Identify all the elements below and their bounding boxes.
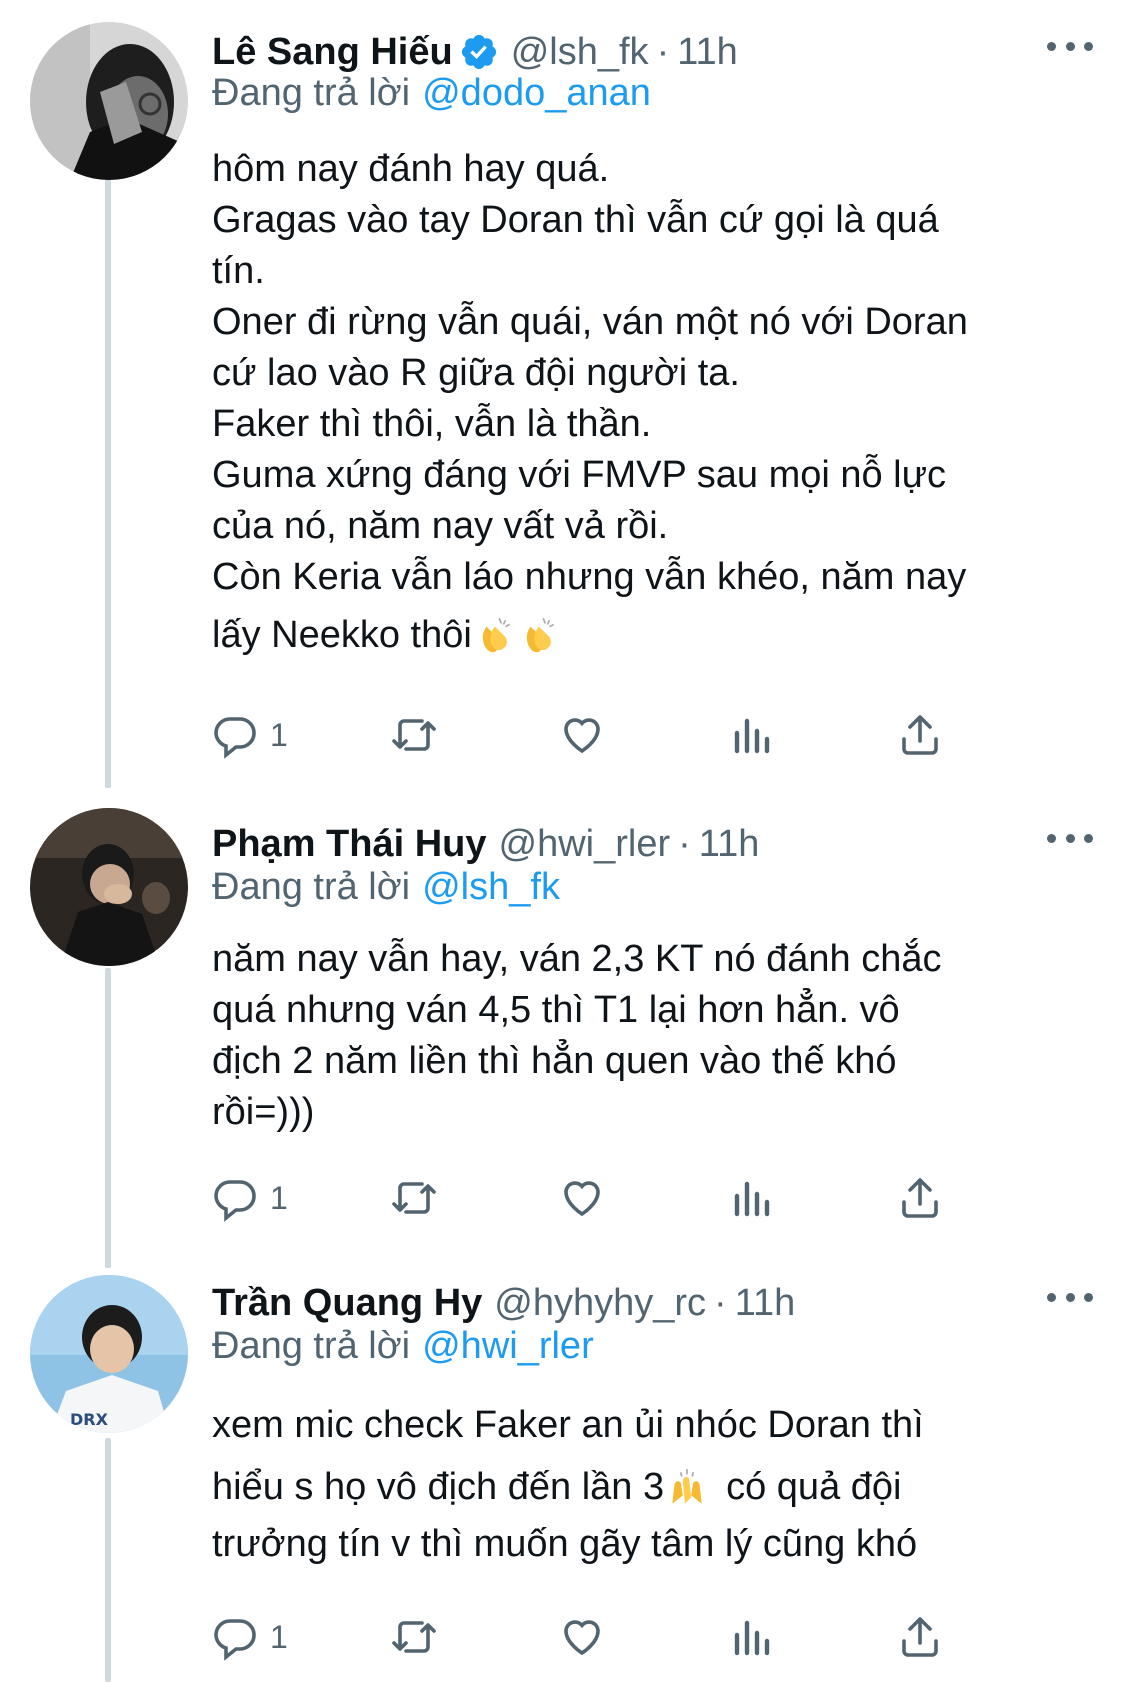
reply-button[interactable]: 1 <box>212 1168 288 1228</box>
tweet[interactable]: DRX Trần Quang Hy @hyhyhy_rc · 11h Đang … <box>0 1255 1125 1682</box>
like-button[interactable] <box>558 705 606 765</box>
timestamp[interactable]: 11h <box>677 31 738 74</box>
retweet-icon <box>392 719 436 751</box>
replying-to: Đang trả lời @hwi_rler <box>212 1325 594 1368</box>
avatar[interactable] <box>30 808 188 966</box>
mention-link[interactable]: @lsh_fk <box>422 866 560 908</box>
separator: · <box>714 1281 727 1324</box>
tweet-actions: 1 <box>212 1168 1012 1228</box>
replying-label: Đang trả lời <box>212 1325 411 1367</box>
timestamp[interactable]: 11h <box>699 823 760 866</box>
retweet-button[interactable] <box>390 1607 438 1667</box>
text-line: hiểu s họ vô địch đến lần 3 <box>212 1466 665 1508</box>
display-name[interactable]: Lê Sang Hiếu <box>212 31 453 74</box>
text-line-with-emoji: lấy Neekko thôi <box>212 603 1092 667</box>
text-line: Faker thì thôi, vẫn là thần. <box>212 403 652 445</box>
clapping-hands-emoji <box>526 617 554 653</box>
text-line: quá nhưng ván 4,5 thì T1 lại hơn hẳn. vô <box>212 989 900 1031</box>
svg-text:DRX: DRX <box>70 1410 109 1429</box>
views-button[interactable] <box>727 1168 775 1228</box>
analytics-icon <box>734 1181 770 1217</box>
share-icon <box>902 1617 938 1657</box>
share-button[interactable] <box>896 705 944 765</box>
more-icon[interactable] <box>1047 828 1093 848</box>
text-line: tín. <box>212 250 265 292</box>
text-line: năm nay vẫn hay, ván 2,3 KT nó đánh chắc <box>212 938 942 980</box>
avatar-photo: DRX <box>30 1275 188 1433</box>
like-button[interactable] <box>558 1168 606 1228</box>
share-icon <box>902 1178 938 1218</box>
text-line: Gragas vào tay Doran thì vẫn cứ gọi là q… <box>212 199 939 241</box>
mention-link[interactable]: @dodo_anan <box>422 72 651 114</box>
heart-icon <box>564 1181 600 1217</box>
text-line: Oner đi rừng vẫn quái, ván một nó với Do… <box>212 301 968 343</box>
avatar[interactable]: DRX <box>30 1275 188 1433</box>
handle[interactable]: @hwi_rler <box>499 823 671 866</box>
text-line: của nó, năm nay vất vả rồi. <box>212 505 669 547</box>
text-line: Còn Keria vẫn láo nhưng vẫn khéo, năm na… <box>212 556 967 598</box>
replying-label: Đang trả lời <box>212 866 411 908</box>
text-line: có quả đội <box>726 1466 902 1508</box>
tweet-text: xem mic check Faker an ủi nhóc Doran thì… <box>212 1395 1092 1570</box>
text-line: Guma xứng đáng với FMVP sau mọi nỗ lực <box>212 454 947 496</box>
text-line: lấy Neekko thôi <box>212 614 472 656</box>
retweet-icon <box>392 1182 436 1214</box>
tweet-actions: 1 <box>212 1607 1012 1667</box>
like-button[interactable] <box>558 1607 606 1667</box>
heart-icon <box>564 718 600 754</box>
tweet[interactable]: Lê Sang Hiếu @lsh_fk · 11h Đang trả lời @… <box>0 0 1125 790</box>
reply-icon <box>214 1619 256 1661</box>
text-line: xem mic check Faker an ủi nhóc Doran thì <box>212 1404 924 1446</box>
views-button[interactable] <box>727 1607 775 1667</box>
text-line: cứ lao vào R giữa đội người ta. <box>212 352 740 394</box>
avatar-photo <box>30 808 188 966</box>
tweet-text: năm nay vẫn hay, ván 2,3 KT nó đánh chắc… <box>212 934 1092 1138</box>
text-line-with-emoji: hiểu s họ vô địch đến lần 3 có quả đội <box>212 1455 1092 1519</box>
text-line: địch 2 năm liền thì hẳn quen vào thế khó <box>212 1040 897 1082</box>
text-line: hôm nay đánh hay quá. <box>212 148 610 190</box>
clapping-hands-emoji <box>482 617 510 653</box>
tweet-header: Phạm Thái Huy @hwi_rler · 11h <box>212 816 1025 872</box>
separator: · <box>678 822 691 865</box>
views-button[interactable] <box>727 705 775 765</box>
retweet-button[interactable] <box>390 1168 438 1228</box>
handle[interactable]: @hyhyhy_rc <box>494 1282 706 1325</box>
tweet-header: Trần Quang Hy @hyhyhy_rc · 11h <box>212 1275 1025 1331</box>
text-line: trưởng tín v thì muốn gãy tâm lý cũng kh… <box>212 1523 918 1565</box>
separator: · <box>656 30 670 73</box>
more-icon[interactable] <box>1047 1287 1093 1307</box>
replying-to: Đang trả lời @lsh_fk <box>212 866 560 909</box>
display-name[interactable]: Trần Quang Hy <box>212 1282 482 1325</box>
display-name[interactable]: Phạm Thái Huy <box>212 823 487 866</box>
tweet[interactable]: Phạm Thái Huy @hwi_rler · 11h Đang trả l… <box>0 790 1125 1230</box>
reply-icon <box>214 717 256 759</box>
reply-button[interactable]: 1 <box>212 1607 288 1667</box>
handle[interactable]: @lsh_fk <box>511 31 649 74</box>
retweet-button[interactable] <box>390 705 438 765</box>
tweet-text: hôm nay đánh hay quá. Gragas vào tay Dor… <box>212 144 1092 667</box>
avatar-photo <box>30 22 188 180</box>
share-icon <box>902 715 938 755</box>
timestamp[interactable]: 11h <box>735 1282 796 1325</box>
analytics-icon <box>734 718 770 754</box>
reply-count: 1 <box>270 1618 288 1655</box>
verified-badge-icon <box>459 32 499 72</box>
more-icon[interactable] <box>1047 36 1093 56</box>
reply-button[interactable]: 1 <box>212 705 288 765</box>
replying-label: Đang trả lời <box>212 72 411 114</box>
analytics-icon <box>734 1620 770 1656</box>
replying-to: Đang trả lời @dodo_anan <box>212 72 651 115</box>
heart-icon <box>564 1620 600 1656</box>
mention-link[interactable]: @hwi_rler <box>422 1325 594 1367</box>
tweet-actions: 1 <box>212 705 1012 765</box>
share-button[interactable] <box>896 1607 944 1667</box>
reply-icon <box>214 1180 256 1222</box>
reply-count: 1 <box>270 1179 288 1216</box>
share-button[interactable] <box>896 1168 944 1228</box>
raising-hands-emoji <box>672 1469 702 1504</box>
avatar[interactable] <box>30 22 188 180</box>
reply-count: 1 <box>270 716 288 753</box>
retweet-icon <box>392 1621 436 1653</box>
text-line: rồi=))) <box>212 1091 315 1133</box>
